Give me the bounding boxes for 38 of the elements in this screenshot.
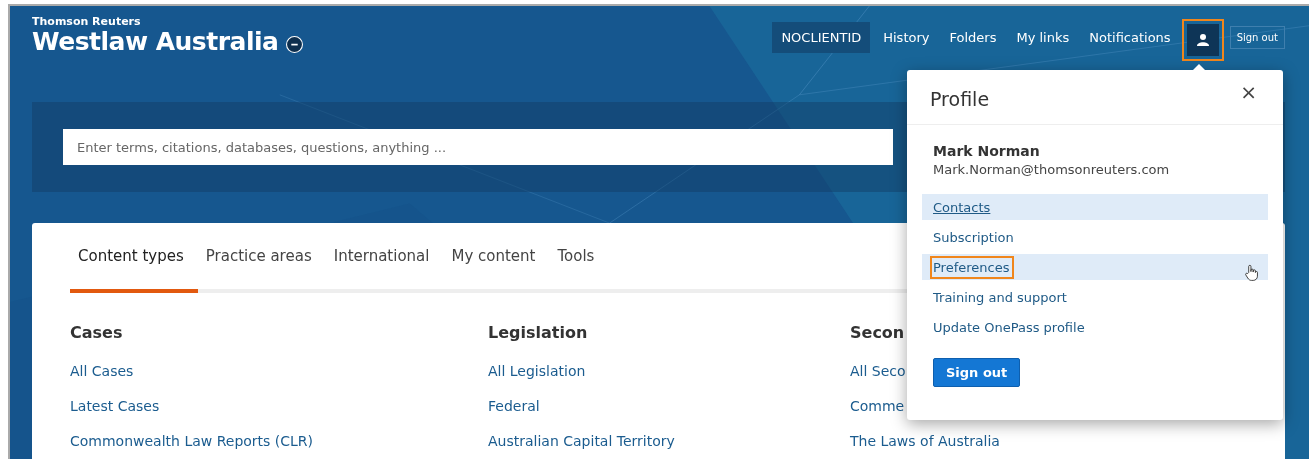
nav-link[interactable]: Notifications: [1080, 22, 1180, 53]
section-heading: Secon: [850, 323, 905, 342]
menu-link[interactable]: Update OnePass profile: [930, 315, 1090, 339]
tab[interactable]: Content types: [70, 243, 198, 293]
nav-link[interactable]: History: [874, 22, 939, 53]
tab[interactable]: My content: [443, 243, 550, 293]
tab[interactable]: Tools: [549, 243, 609, 293]
content-link[interactable]: All Cases: [70, 363, 134, 379]
menu-link[interactable]: Preferences: [930, 255, 1015, 279]
client-id-button[interactable]: NOCLIENTID: [772, 22, 871, 53]
product-name[interactable]: Westlaw Australia: [32, 28, 279, 56]
user-email: Mark.Norman@thomsonreuters.com: [932, 162, 1171, 177]
company-name: Thomson Reuters: [32, 16, 142, 28]
nav-link[interactable]: My links: [1007, 22, 1079, 53]
content-link[interactable]: Commonwealth Law Reports (CLR): [70, 433, 314, 449]
tab[interactable]: Practice areas: [197, 243, 326, 293]
close-button[interactable]: ×: [1236, 80, 1261, 104]
user-name: Mark Norman: [932, 143, 1041, 159]
content-link[interactable]: Comme: [850, 398, 905, 414]
section-heading: Legislation: [488, 323, 588, 342]
sign-out-button[interactable]: Sign out: [933, 358, 1021, 387]
menu-link[interactable]: Contacts: [930, 195, 996, 219]
menu-link[interactable]: Training and support: [930, 285, 1072, 309]
user-icon: [1195, 33, 1210, 47]
content-link[interactable]: All Seco: [850, 363, 906, 379]
content-link[interactable]: Federal: [488, 398, 540, 414]
hand-cursor-icon: [1245, 263, 1258, 281]
content-link[interactable]: Latest Cases: [70, 398, 160, 414]
menu-link[interactable]: Subscription: [930, 225, 1019, 249]
sign-out-button[interactable]: Sign out: [1229, 26, 1285, 49]
search-field[interactable]: Enter terms, citations, databases, questions, anything ...: [63, 129, 893, 165]
content-link[interactable]: The Laws of Australia: [850, 433, 1000, 449]
section-heading: Cases: [70, 323, 123, 342]
content-link[interactable]: Australian Capital Territory: [488, 433, 675, 449]
popover-title: Profile: [930, 88, 990, 110]
tab[interactable]: International: [325, 243, 444, 293]
nav-link[interactable]: Folders: [940, 22, 1006, 53]
content-link[interactable]: All Legislation: [488, 363, 586, 379]
